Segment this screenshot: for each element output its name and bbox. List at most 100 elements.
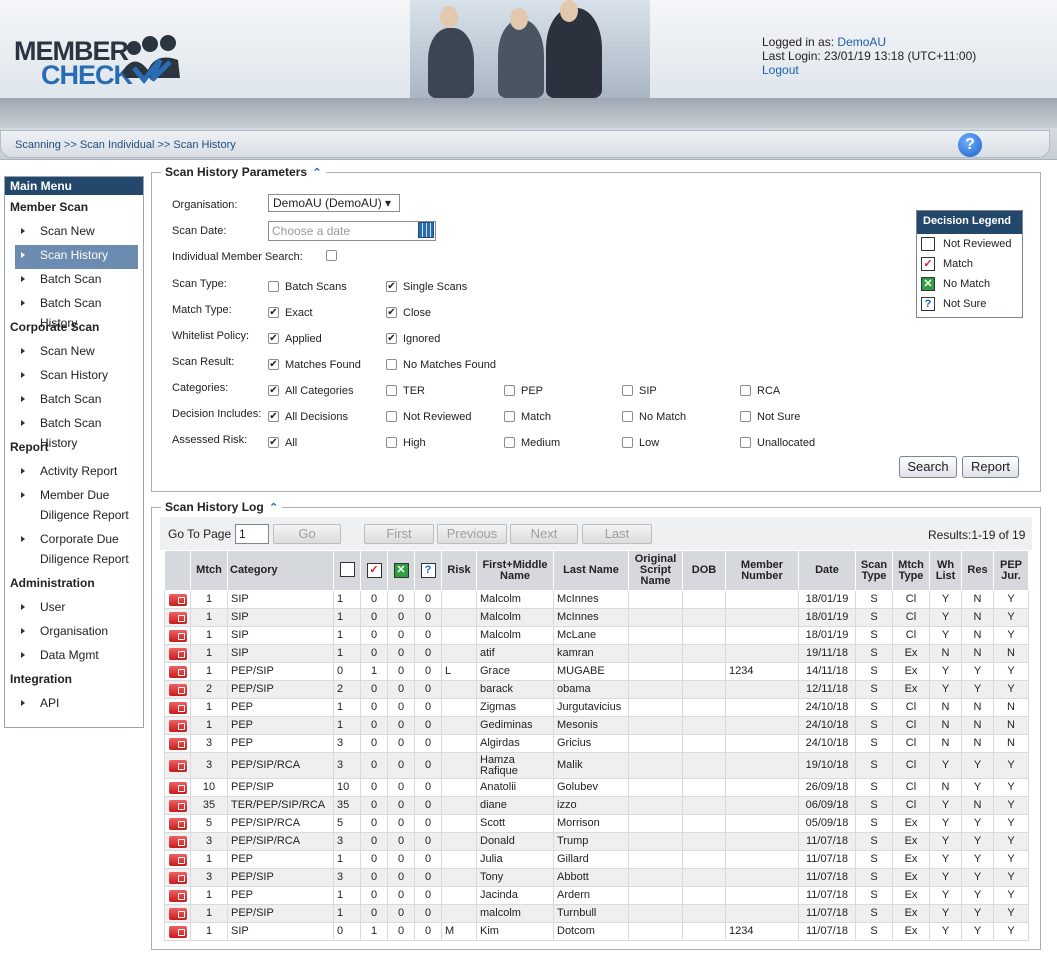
sidebar-item-corporate-batch-scan[interactable]: Batch Scan bbox=[15, 389, 138, 413]
view-report-icon[interactable] bbox=[168, 683, 187, 696]
decision-checkbox-not-sure[interactable]: Not Sure bbox=[740, 410, 800, 424]
sidebar-item-api[interactable]: API bbox=[15, 693, 138, 717]
row-action-cell[interactable] bbox=[164, 832, 191, 851]
sidebar-item-data-mgmt[interactable]: Data Mgmt bbox=[15, 645, 138, 669]
sidebar-item-member-due-diligence-report[interactable]: Member Due Diligence Report bbox=[15, 485, 138, 529]
categories-checkbox-all-categories[interactable]: ✔ All Categories bbox=[268, 384, 353, 398]
row-action-cell[interactable] bbox=[164, 698, 191, 717]
go-button[interactable]: Go bbox=[273, 524, 341, 544]
table-row[interactable]: 1 PEP/SIP 1 0 0 0 malcolm Turnbull 11/07/18 S Ex Y Y… bbox=[164, 904, 1029, 923]
row-action-cell[interactable] bbox=[164, 868, 191, 887]
scan-result-checkbox-no-matches-found[interactable]: No Matches Found bbox=[386, 358, 496, 372]
col-res[interactable]: Res bbox=[961, 550, 994, 591]
row-action-cell[interactable] bbox=[164, 814, 191, 833]
view-report-icon[interactable] bbox=[168, 719, 187, 732]
goto-page-input[interactable]: 1 bbox=[235, 524, 269, 544]
row-action-cell[interactable] bbox=[164, 680, 191, 699]
view-report-icon[interactable] bbox=[168, 817, 187, 830]
scan-history-parameters-title[interactable]: Scan History Parameters ⌃ bbox=[161, 165, 326, 179]
table-row[interactable]: 1 SIP 1 0 0 0 Malcolm McLane 18/01/19 S Cl Y N Y bbox=[164, 626, 1029, 645]
previous-page-button[interactable]: Previous bbox=[437, 524, 507, 544]
col-no-match[interactable]: ✕ bbox=[387, 550, 415, 591]
table-row[interactable]: 3 PEP/SIP/RCA 3 0 0 0 Donald Trump 11/07/18 S Ex Y Y… bbox=[164, 832, 1029, 851]
sidebar-item-organisation[interactable]: Organisation bbox=[15, 621, 138, 645]
decision-checkbox-no-match[interactable]: No Match bbox=[622, 410, 686, 424]
sidebar-item-member-scan-history[interactable]: Scan History bbox=[15, 245, 138, 269]
table-row[interactable]: 10 PEP/SIP 10 0 0 0 Anatolii Golubev 26/09/18 S Cl… bbox=[164, 778, 1029, 797]
col-not-reviewed[interactable] bbox=[333, 550, 361, 591]
help-icon[interactable]: ? bbox=[958, 133, 982, 157]
view-report-icon[interactable] bbox=[168, 759, 187, 772]
view-report-icon[interactable] bbox=[168, 799, 187, 812]
view-report-icon[interactable] bbox=[168, 737, 187, 750]
table-row[interactable]: 3 PEP/SIP/RCA 3 0 0 0 Hamza Rafique Malik 19/10/… bbox=[164, 752, 1029, 779]
view-report-icon[interactable] bbox=[168, 629, 187, 642]
table-row[interactable]: 35 TER/PEP/SIP/RCA 35 0 0 0 diane izzo 06/09/18 S… bbox=[164, 796, 1029, 815]
row-action-cell[interactable] bbox=[164, 590, 191, 609]
col-risk[interactable]: Risk bbox=[441, 550, 477, 591]
categories-checkbox-sip[interactable]: SIP bbox=[622, 384, 657, 398]
sidebar-item-member-batch-scan-history[interactable]: Batch Scan History bbox=[15, 293, 138, 330]
organisation-select[interactable]: DemoAU (DemoAU) ▾ bbox=[268, 194, 400, 212]
scan-date-input[interactable]: Choose a date bbox=[268, 221, 436, 241]
view-report-icon[interactable] bbox=[168, 665, 187, 678]
view-report-icon[interactable] bbox=[168, 593, 187, 606]
row-action-cell[interactable] bbox=[164, 752, 191, 779]
scan-type-checkbox-single-scans[interactable]: ✔ Single Scans bbox=[386, 280, 467, 294]
col-match[interactable]: ✓ bbox=[360, 550, 388, 591]
row-action-cell[interactable] bbox=[164, 716, 191, 735]
row-action-cell[interactable] bbox=[164, 886, 191, 905]
col-date[interactable]: Date bbox=[798, 550, 856, 591]
col-pep-jur[interactable]: PEP Jur. bbox=[993, 550, 1029, 591]
view-report-icon[interactable] bbox=[168, 835, 187, 848]
table-row[interactable]: 3 PEP/SIP 3 0 0 0 Tony Abbott 11/07/18 S Ex Y Y Y bbox=[164, 868, 1029, 887]
sidebar-item-corporate-scan-new[interactable]: Scan New bbox=[15, 341, 138, 365]
sidebar-item-member-batch-scan[interactable]: Batch Scan bbox=[15, 269, 138, 293]
table-row[interactable]: 1 PEP/SIP 0 1 0 0 L Grace MUGABE 1234 14/11/18 S Ex Y… bbox=[164, 662, 1029, 681]
row-action-cell[interactable] bbox=[164, 922, 191, 941]
risk-checkbox-low[interactable]: Low bbox=[622, 436, 659, 450]
risk-checkbox-medium[interactable]: Medium bbox=[504, 436, 560, 450]
col-dob[interactable]: DOB bbox=[682, 550, 726, 591]
logout-link[interactable]: Logout bbox=[762, 63, 976, 77]
view-report-icon[interactable] bbox=[168, 853, 187, 866]
search-button[interactable]: Search bbox=[899, 456, 957, 478]
col-original-script-name[interactable]: Original Script Name bbox=[628, 550, 683, 591]
col-category[interactable]: Category bbox=[227, 550, 334, 591]
view-report-icon[interactable] bbox=[168, 907, 187, 920]
table-row[interactable]: 1 PEP 1 0 0 0 Gediminas Mesonis 24/10/18 S Cl N N N bbox=[164, 716, 1029, 735]
row-action-cell[interactable] bbox=[164, 778, 191, 797]
scan-type-checkbox-batch-scans[interactable]: Batch Scans bbox=[268, 280, 347, 294]
view-report-icon[interactable] bbox=[168, 611, 187, 624]
calendar-icon[interactable] bbox=[418, 222, 434, 238]
table-row[interactable]: 3 PEP 3 0 0 0 Algirdas Gricius 24/10/18 S Cl N N N bbox=[164, 734, 1029, 753]
report-button[interactable]: Report bbox=[962, 456, 1019, 478]
risk-checkbox-all[interactable]: ✔ All bbox=[268, 436, 297, 450]
table-row[interactable]: 2 PEP/SIP 2 0 0 0 barack obama 12/11/18 S Ex Y Y Y bbox=[164, 680, 1029, 699]
table-row[interactable]: 1 SIP 1 0 0 0 Malcolm McInnes 18/01/19 S Cl Y N Y bbox=[164, 590, 1029, 609]
row-action-cell[interactable] bbox=[164, 734, 191, 753]
table-row[interactable]: 1 PEP 1 0 0 0 Jacinda Ardern 11/07/18 S Ex Y Y Y bbox=[164, 886, 1029, 905]
whitelist-checkbox-ignored[interactable]: ✔ Ignored bbox=[386, 332, 440, 346]
row-action-cell[interactable] bbox=[164, 662, 191, 681]
row-action-cell[interactable] bbox=[164, 796, 191, 815]
categories-checkbox-ter[interactable]: TER bbox=[386, 384, 425, 398]
sidebar-item-corporate-batch-scan-history[interactable]: Batch Scan History bbox=[15, 413, 138, 450]
col-scan-type[interactable]: Scan Type bbox=[855, 550, 893, 591]
view-report-icon[interactable] bbox=[168, 871, 187, 884]
risk-checkbox-unallocated[interactable]: Unallocated bbox=[740, 436, 815, 450]
sidebar-item-user[interactable]: User bbox=[15, 597, 138, 621]
decision-checkbox-all-decisions[interactable]: ✔ All Decisions bbox=[268, 410, 348, 424]
whitelist-checkbox-applied[interactable]: ✔ Applied bbox=[268, 332, 322, 346]
col-mtch-type[interactable]: Mtch Type bbox=[892, 550, 930, 591]
decision-checkbox-match[interactable]: Match bbox=[504, 410, 551, 424]
table-row[interactable]: 1 SIP 1 0 0 0 atif kamran 19/11/18 S Ex N N N bbox=[164, 644, 1029, 663]
scan-history-log-title[interactable]: Scan History Log ⌃ bbox=[161, 500, 283, 514]
categories-checkbox-pep[interactable]: PEP bbox=[504, 384, 543, 398]
breadcrumb[interactable]: Scanning >> Scan Individual >> Scan Hist… bbox=[15, 139, 236, 151]
member-check-logo[interactable]: MEMBER CHECK bbox=[14, 34, 194, 94]
sidebar-item-corporate-due-diligence-report[interactable]: Corporate Due Diligence Report bbox=[15, 529, 138, 573]
col-member-number[interactable]: Member Number bbox=[725, 550, 799, 591]
scan-result-checkbox-matches-found[interactable]: ✔ Matches Found bbox=[268, 358, 361, 372]
next-page-button[interactable]: Next bbox=[510, 524, 578, 544]
